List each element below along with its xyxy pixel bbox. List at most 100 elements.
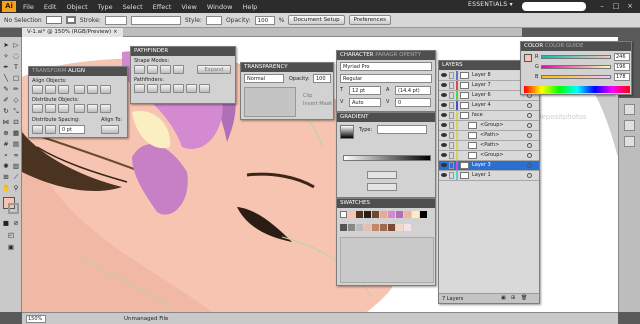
align-to-dropdown[interactable] xyxy=(101,125,119,134)
divide-icon[interactable] xyxy=(134,84,145,93)
swatch[interactable] xyxy=(404,211,411,218)
leading-field[interactable]: (14.4 pt) xyxy=(395,86,431,95)
visibility-eye-icon[interactable] xyxy=(441,133,447,137)
line-tool-icon[interactable]: ╲ xyxy=(2,74,10,82)
layer-name[interactable]: <Group> xyxy=(480,121,504,130)
distribute-bottom-icon[interactable] xyxy=(58,104,69,113)
search-input[interactable] xyxy=(522,2,586,11)
lock-toggle[interactable] xyxy=(449,92,454,99)
document-tab[interactable]: V-1.ai* @ 150% (RGB/Preview) × xyxy=(22,28,123,37)
lock-toggle[interactable] xyxy=(449,162,454,169)
blend-mode-dropdown[interactable]: Normal xyxy=(244,74,284,83)
font-size-field[interactable]: 12 pt xyxy=(349,86,381,95)
menu-object[interactable]: Object xyxy=(61,3,92,11)
visibility-eye-icon[interactable] xyxy=(441,153,447,157)
tab-align[interactable]: ALIGN xyxy=(68,68,85,74)
swatch[interactable] xyxy=(340,223,347,231)
gradient-preview[interactable] xyxy=(340,125,354,139)
menu-window[interactable]: Window xyxy=(202,3,238,11)
layer-name[interactable]: Layer 7 xyxy=(472,81,491,90)
layer-row[interactable]: Layer 4 xyxy=(439,101,539,111)
symbol-sprayer-icon[interactable]: ✺ xyxy=(2,162,10,170)
swatch[interactable] xyxy=(380,211,387,218)
target-circle-icon[interactable] xyxy=(527,113,532,118)
swatch[interactable] xyxy=(348,211,355,218)
eyedropper-icon[interactable]: ⌕ xyxy=(2,151,10,159)
align-center-icon[interactable] xyxy=(45,85,56,94)
intersect-icon[interactable] xyxy=(160,65,171,74)
align-bottom-icon[interactable] xyxy=(100,85,111,94)
pen-tool-icon[interactable]: ✒ xyxy=(2,63,10,71)
swatch[interactable] xyxy=(372,211,379,218)
tab-character[interactable]: CHARACTER xyxy=(340,52,374,58)
menu-effect[interactable]: Effect xyxy=(148,3,177,11)
gradient-slider[interactable] xyxy=(343,155,431,161)
color-spectrum[interactable] xyxy=(524,86,630,93)
close-tab-icon[interactable]: × xyxy=(113,28,118,37)
swatch[interactable] xyxy=(388,223,395,231)
swatch[interactable] xyxy=(412,211,419,218)
brushes-icon[interactable] xyxy=(624,104,635,115)
visibility-eye-icon[interactable] xyxy=(441,83,447,87)
tab-color-guide[interactable]: COLOR GUIDE xyxy=(545,43,584,49)
red-value-field[interactable]: 246 xyxy=(614,53,630,61)
menu-type[interactable]: Type xyxy=(93,3,118,11)
stroke-swatch[interactable] xyxy=(65,16,76,24)
layer-name[interactable]: Layer 6 xyxy=(472,91,491,100)
gradient-angle-field[interactable] xyxy=(367,171,397,179)
gradient-title[interactable]: GRADIENT xyxy=(337,113,435,122)
color-panel-tabs[interactable]: COLOR COLOR GUIDE xyxy=(521,42,631,51)
swatch[interactable] xyxy=(420,211,427,218)
graph-tool-icon[interactable]: ▥ xyxy=(12,162,20,170)
minimize-icon[interactable]: – xyxy=(596,1,608,11)
color-mode-icon[interactable]: ■ xyxy=(2,219,10,227)
paintbrush-tool-icon[interactable]: ✎ xyxy=(2,85,10,93)
blue-value-field[interactable]: 178 xyxy=(614,73,630,81)
tracking-field[interactable]: 0 xyxy=(395,98,431,107)
perspective-grid-icon[interactable]: ▦ xyxy=(12,129,20,137)
unite-icon[interactable] xyxy=(134,65,145,74)
red-slider[interactable] xyxy=(541,55,611,59)
blob-brush-icon[interactable]: ✐ xyxy=(2,96,10,104)
lasso-tool-icon[interactable]: ◌ xyxy=(12,52,20,60)
target-circle-icon[interactable] xyxy=(527,103,532,108)
type-tool-icon[interactable]: T xyxy=(12,63,20,71)
visibility-eye-icon[interactable] xyxy=(441,93,447,97)
align-panel-tabs[interactable]: TRANSFORM ALIGN xyxy=(29,67,127,76)
free-transform-icon[interactable]: ⊡ xyxy=(12,118,20,126)
tab-color[interactable]: COLOR xyxy=(524,43,543,49)
swatches-title[interactable]: SWATCHES xyxy=(337,199,435,208)
gradient-tool-icon[interactable]: ▤ xyxy=(12,140,20,148)
layer-name[interactable]: Layer 4 xyxy=(472,101,491,110)
align-left-icon[interactable] xyxy=(32,85,43,94)
swatch[interactable] xyxy=(348,223,355,231)
target-circle-icon[interactable] xyxy=(527,163,532,168)
style-dropdown[interactable] xyxy=(205,15,222,25)
blue-slider[interactable] xyxy=(541,75,611,79)
distribute-center-icon[interactable] xyxy=(45,104,56,113)
maximize-icon[interactable]: □ xyxy=(610,1,622,11)
invert-mask-checkbox[interactable]: Invert Mask xyxy=(303,101,332,107)
lock-toggle[interactable] xyxy=(449,72,454,79)
swatch[interactable] xyxy=(372,223,379,231)
screen-mode-icon[interactable]: ▣ xyxy=(7,243,15,251)
document-setup-button[interactable]: Document Setup xyxy=(288,15,345,25)
slice-tool-icon[interactable]: ⟋ xyxy=(12,173,20,181)
visibility-eye-icon[interactable] xyxy=(441,143,447,147)
lock-toggle[interactable] xyxy=(449,82,454,89)
mesh-tool-icon[interactable]: # xyxy=(2,140,10,148)
swatch[interactable] xyxy=(356,211,363,218)
preferences-button[interactable]: Preferences xyxy=(348,15,391,25)
blend-tool-icon[interactable]: ∞ xyxy=(12,151,20,159)
draw-mode-icon[interactable]: ◰ xyxy=(7,231,15,239)
visibility-eye-icon[interactable] xyxy=(441,113,447,117)
hand-tool-icon[interactable]: ✋ xyxy=(2,184,10,192)
trash-icon[interactable]: 🗑 xyxy=(521,295,527,301)
new-sublayer-icon[interactable]: ⊞ xyxy=(511,295,515,301)
zoom-tool-icon[interactable]: ⚲ xyxy=(12,184,20,192)
layer-row[interactable]: <Path> xyxy=(439,141,539,151)
scale-tool-icon[interactable]: ⤡ xyxy=(12,107,20,115)
target-circle-icon[interactable] xyxy=(527,133,532,138)
layer-row[interactable]: <Group> xyxy=(439,121,539,131)
selection-tool-icon[interactable]: ➤ xyxy=(2,41,10,49)
